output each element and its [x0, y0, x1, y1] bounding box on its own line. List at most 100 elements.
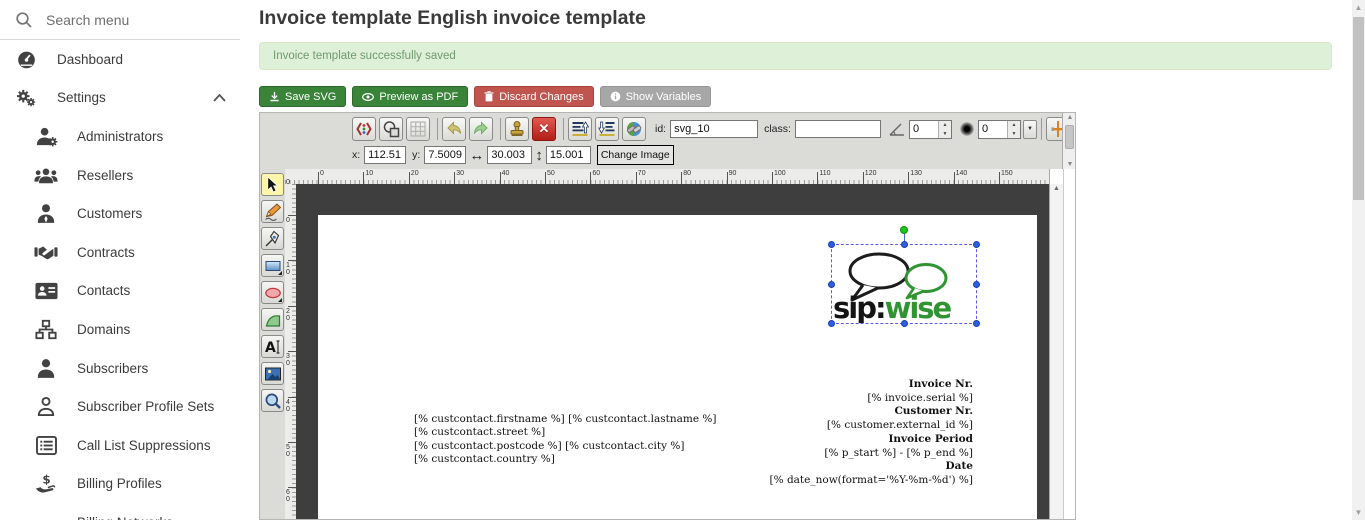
- angle-stepper[interactable]: ▲ ▼: [937, 120, 951, 138]
- panel-scrollbar-thumb[interactable]: [1065, 125, 1074, 149]
- path-tool-button[interactable]: [261, 308, 284, 331]
- sidebar-item-subscriber-profile-sets[interactable]: Subscriber Profile Sets: [0, 387, 240, 426]
- editor-top-panel: ✕ id: class: 0 ▲▼: [260, 113, 1075, 169]
- height-input[interactable]: [545, 146, 591, 164]
- resize-handle-e[interactable]: [973, 281, 980, 288]
- sidebar-item-subscribers[interactable]: Subscribers: [0, 349, 240, 388]
- scroll-up-icon[interactable]: ▲: [1050, 185, 1063, 192]
- contact-line: [% custcontact.postcode %] [% custcontac…: [414, 439, 685, 452]
- y-input[interactable]: [424, 146, 467, 164]
- sidebar-item-contracts[interactable]: Contracts: [0, 233, 240, 272]
- resize-handle-sw[interactable]: [828, 320, 835, 327]
- align-dropdown-button[interactable]: ▼: [1074, 118, 1075, 140]
- app-root: Dashboard Settings Administrators Resellers…: [0, 0, 1365, 520]
- preview-pdf-button[interactable]: Preview as PDF: [352, 86, 469, 107]
- ruler-tick: [817, 172, 819, 184]
- sidebar-item-label: Settings: [57, 90, 106, 106]
- invoice-meta-block[interactable]: Invoice Nr. [% invoice.serial %] Customer …: [770, 378, 973, 488]
- sidebar-item-contacts[interactable]: Contacts: [0, 272, 240, 311]
- make-link-button[interactable]: [622, 117, 646, 141]
- browser-scrollbar-thumb[interactable]: [1353, 17, 1364, 200]
- x-input[interactable]: [364, 146, 407, 164]
- blur-dropdown-button[interactable]: ▼: [1022, 119, 1037, 139]
- invoice-page[interactable]: [% custcontact.firstname %] [% custconta…: [318, 215, 1037, 519]
- invoice-line: [% p_start %] - [% p_end %]: [824, 446, 973, 459]
- image-tool-button[interactable]: [261, 362, 284, 385]
- wireframe-mode-button[interactable]: [379, 117, 403, 141]
- dashboard-icon: [14, 47, 38, 71]
- svg-editor: ✕ id: class: 0 ▲▼: [259, 112, 1076, 520]
- line-tool-button[interactable]: [261, 227, 284, 250]
- blur-spinner[interactable]: 0 ▲ ▼: [977, 119, 1021, 139]
- sidebar-item-dashboard[interactable]: Dashboard: [0, 40, 240, 79]
- resize-handle-ne[interactable]: [973, 241, 980, 248]
- sidebar-item-billing-networks[interactable]: Billing Networks: [0, 503, 240, 520]
- sidebar-item-customers[interactable]: Customers: [0, 194, 240, 233]
- search-input[interactable]: [46, 11, 216, 28]
- ellipse-tool-button[interactable]: [261, 281, 284, 304]
- trash-icon: [484, 91, 494, 102]
- chevron-up-icon[interactable]: [213, 89, 226, 107]
- scroll-down-icon[interactable]: ▼: [1063, 161, 1075, 168]
- width-input[interactable]: [487, 146, 533, 164]
- canvas-scrollbar[interactable]: ▲: [1049, 169, 1063, 519]
- billing-profiles-icon: $: [34, 472, 58, 496]
- change-image-button[interactable]: Change Image: [596, 145, 674, 165]
- resize-handle-s[interactable]: [901, 320, 908, 327]
- grid-button[interactable]: [406, 117, 430, 141]
- browser-scrollbar[interactable]: ▲ ▼: [1352, 0, 1365, 520]
- pencil-tool-button[interactable]: [261, 200, 284, 223]
- angle-spinner[interactable]: 0 ▲ ▼: [908, 119, 952, 139]
- sidebar-item-label: Subscriber Profile Sets: [77, 399, 215, 415]
- delete-element-button[interactable]: ✕: [532, 117, 556, 141]
- redo-button[interactable]: [469, 117, 493, 141]
- scroll-up-icon[interactable]: ▲: [1063, 114, 1075, 121]
- ruler-tick: [408, 172, 410, 184]
- discard-changes-button[interactable]: Discard Changes: [474, 86, 594, 107]
- sidebar-item-settings[interactable]: Settings: [0, 79, 240, 118]
- resize-handle-n[interactable]: [901, 241, 908, 248]
- sidebar-item-label: Billing Networks: [77, 515, 173, 520]
- selection-box[interactable]: [828, 226, 980, 327]
- move-to-bottom-button[interactable]: [595, 117, 619, 141]
- resize-handle-w[interactable]: [828, 281, 835, 288]
- hruler-label: 140: [955, 170, 968, 177]
- panel-scrollbar[interactable]: ▲ ▼: [1062, 113, 1075, 169]
- select-tool-button[interactable]: [261, 173, 284, 196]
- rect-tool-button[interactable]: [261, 254, 284, 277]
- sidebar-item-label: Domains: [77, 321, 131, 337]
- clone-element-button[interactable]: [505, 117, 529, 141]
- sidebar-item-call-list-suppressions[interactable]: Call List Suppressions: [0, 426, 240, 465]
- resize-handle-se[interactable]: [973, 320, 980, 327]
- toolbar-separator: [500, 118, 501, 140]
- delete-x-icon: ✕: [538, 121, 550, 136]
- sidebar-search[interactable]: [0, 0, 240, 40]
- sidebar-item-administrators[interactable]: Administrators: [0, 117, 240, 156]
- text-tool-button[interactable]: A: [261, 335, 284, 358]
- sidebar-item-label: Subscribers: [77, 360, 149, 376]
- blur-stepper[interactable]: ▲ ▼: [1006, 120, 1020, 138]
- ruler-tick: [288, 305, 296, 307]
- resize-handle-nw[interactable]: [828, 241, 835, 248]
- move-to-top-button[interactable]: [568, 117, 592, 141]
- scroll-up-icon[interactable]: ▲: [1352, 3, 1365, 12]
- undo-button[interactable]: [442, 117, 466, 141]
- zoom-tool-button[interactable]: [261, 389, 284, 412]
- element-id-input[interactable]: [670, 120, 759, 138]
- editor-workspace[interactable]: [% custcontact.firstname %] [% custconta…: [296, 184, 1049, 519]
- element-class-input[interactable]: [794, 120, 881, 138]
- sidebar-item-label: Billing Profiles: [77, 476, 162, 492]
- svg-text:A: A: [265, 340, 276, 356]
- edit-source-button[interactable]: [352, 117, 376, 141]
- sidebar-item-resellers[interactable]: Resellers: [0, 156, 240, 195]
- sidebar-item-domains[interactable]: Domains: [0, 310, 240, 349]
- sidebar-item-billing-profiles[interactable]: $ Billing Profiles: [0, 465, 240, 504]
- contracts-icon: [34, 240, 58, 264]
- save-svg-button[interactable]: Save SVG: [259, 86, 347, 107]
- show-variables-button[interactable]: Show Variables: [599, 86, 712, 107]
- height-arrow-icon: ↕: [535, 146, 543, 164]
- customer-contact-block[interactable]: [% custcontact.firstname %] [% custconta…: [414, 413, 717, 467]
- scroll-down-icon[interactable]: ▼: [1352, 508, 1365, 517]
- ruler-tick: [772, 172, 773, 184]
- rotation-handle[interactable]: [900, 226, 908, 234]
